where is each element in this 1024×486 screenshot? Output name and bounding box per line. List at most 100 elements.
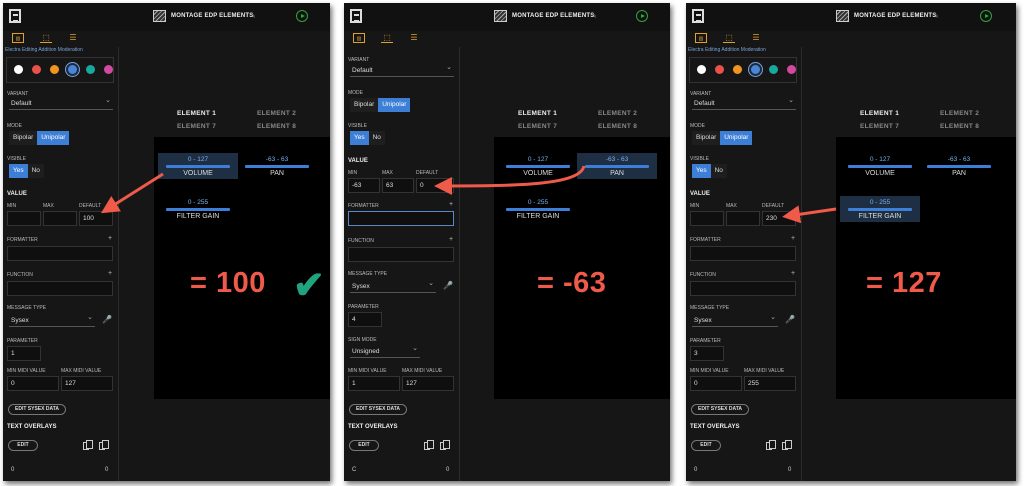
controls-tab-icon[interactable]: ▥ xyxy=(12,33,24,43)
control-volume[interactable]: 0 - 127 VOLUME xyxy=(840,153,920,179)
list-tab-icon[interactable]: ☰ xyxy=(750,33,762,43)
tab-element-8[interactable]: ELEMENT 8 xyxy=(598,123,637,130)
color-swatch[interactable] xyxy=(787,65,796,74)
paste-icon[interactable] xyxy=(440,440,450,450)
tab-element-7[interactable]: ELEMENT 7 xyxy=(860,123,899,130)
function-input[interactable] xyxy=(690,281,796,296)
edit-sysex-button[interactable]: EDIT SYSEX DATA xyxy=(8,404,66,415)
tab-element-8[interactable]: ELEMENT 8 xyxy=(940,123,979,130)
edit-title-icon[interactable]: ✎ xyxy=(933,12,939,20)
tab-element-1[interactable]: ELEMENT 1 xyxy=(518,110,557,117)
send-preset-button[interactable] xyxy=(636,10,648,22)
default-input[interactable]: 100 xyxy=(79,211,113,226)
sign-mode-select[interactable]: Unsigned xyxy=(350,343,420,358)
copy-icon[interactable] xyxy=(83,440,93,450)
control-volume[interactable]: 0 - 127 VOLUME xyxy=(498,153,578,179)
color-swatch[interactable] xyxy=(50,65,59,74)
edit-title-icon[interactable]: ✎ xyxy=(250,12,256,20)
add-formatter-button[interactable]: + xyxy=(791,235,795,242)
mode-bipolar-button[interactable]: Bipolar xyxy=(692,131,721,145)
default-input[interactable]: 0 xyxy=(416,178,454,193)
variant-select[interactable]: Default xyxy=(692,95,796,110)
message-type-select[interactable]: Sysex xyxy=(9,312,95,327)
add-function-button[interactable]: + xyxy=(449,236,453,243)
min-input[interactable]: -63 xyxy=(348,178,380,193)
mode-bipolar-button[interactable]: Bipolar xyxy=(9,131,38,145)
tab-element-7[interactable]: ELEMENT 7 xyxy=(518,123,557,130)
midi-learn-icon[interactable]: 🎤 xyxy=(785,315,795,324)
color-swatch[interactable] xyxy=(715,65,724,74)
control-filter-gain[interactable]: 0 - 255 FILTER GAIN xyxy=(840,196,920,222)
visible-no-button[interactable]: No xyxy=(368,131,385,145)
copy-icon[interactable] xyxy=(766,440,776,450)
control-pan[interactable]: -63 - 63 PAN xyxy=(577,153,657,179)
parameter-input[interactable]: 4 xyxy=(348,312,382,327)
paste-icon[interactable] xyxy=(782,440,792,450)
min-midi-input[interactable]: 0 xyxy=(7,376,59,391)
midi-learn-icon[interactable]: 🎤 xyxy=(443,281,453,290)
function-input[interactable] xyxy=(348,247,454,262)
select-tab-icon[interactable]: ⬚ xyxy=(40,33,52,43)
edit-overlays-button[interactable]: EDIT xyxy=(349,440,379,451)
color-swatch[interactable] xyxy=(733,65,742,74)
edit-overlays-button[interactable]: EDIT xyxy=(8,440,38,451)
tab-element-1[interactable]: ELEMENT 1 xyxy=(860,110,899,117)
edit-sysex-button[interactable]: EDIT SYSEX DATA xyxy=(349,404,407,415)
send-preset-button[interactable] xyxy=(296,10,308,22)
add-function-button[interactable]: + xyxy=(108,270,112,277)
max-midi-input[interactable]: 255 xyxy=(744,376,796,391)
edit-overlays-button[interactable]: EDIT xyxy=(691,440,721,451)
color-swatch[interactable] xyxy=(697,65,706,74)
control-volume[interactable]: 0 - 127 VOLUME xyxy=(158,153,238,179)
controls-tab-icon[interactable]: ▥ xyxy=(353,33,365,43)
tab-element-2[interactable]: ELEMENT 2 xyxy=(598,110,637,117)
edit-sysex-button[interactable]: EDIT SYSEX DATA xyxy=(691,404,749,415)
midi-learn-icon[interactable]: 🎤 xyxy=(102,315,112,324)
message-type-select[interactable]: Sysex xyxy=(350,278,436,293)
tab-element-8[interactable]: ELEMENT 8 xyxy=(257,123,296,130)
mode-unipolar-button[interactable]: Unipolar xyxy=(720,131,753,145)
min-input[interactable] xyxy=(690,211,724,226)
control-pan[interactable]: -63 - 63 PAN xyxy=(919,153,999,179)
min-input[interactable] xyxy=(7,211,41,226)
visible-no-button[interactable]: No xyxy=(710,164,727,178)
max-input[interactable] xyxy=(726,211,760,226)
tab-element-7[interactable]: ELEMENT 7 xyxy=(177,123,216,130)
mode-unipolar-button[interactable]: Unipolar xyxy=(37,131,70,145)
controls-tab-icon[interactable]: ▥ xyxy=(695,33,707,43)
formatter-input[interactable] xyxy=(7,246,113,261)
parameter-input[interactable]: 3 xyxy=(690,346,724,361)
send-preset-button[interactable] xyxy=(980,10,992,22)
max-input[interactable]: 63 xyxy=(382,178,414,193)
control-pan[interactable]: -63 - 63 PAN xyxy=(237,153,317,179)
variant-select[interactable]: Default xyxy=(350,62,454,77)
min-midi-input[interactable]: 0 xyxy=(690,376,742,391)
formatter-input[interactable] xyxy=(348,211,454,226)
tab-element-1[interactable]: ELEMENT 1 xyxy=(177,110,216,117)
variant-select[interactable]: Default xyxy=(9,95,113,110)
max-midi-input[interactable]: 127 xyxy=(402,376,454,391)
tab-element-2[interactable]: ELEMENT 2 xyxy=(940,110,979,117)
color-swatch[interactable] xyxy=(32,65,41,74)
select-tab-icon[interactable]: ⬚ xyxy=(381,33,393,43)
max-midi-input[interactable]: 127 xyxy=(61,376,113,391)
parameter-input[interactable]: 1 xyxy=(7,346,41,361)
default-input[interactable]: 230 xyxy=(762,211,796,226)
color-swatch-selected[interactable] xyxy=(751,65,760,74)
color-swatch[interactable] xyxy=(769,65,778,74)
color-swatch[interactable] xyxy=(14,65,23,74)
add-formatter-button[interactable]: + xyxy=(108,235,112,242)
visible-yes-button[interactable]: Yes xyxy=(692,164,711,178)
control-filter-gain[interactable]: 0 - 255 FILTER GAIN xyxy=(158,196,238,222)
max-input[interactable] xyxy=(43,211,77,226)
message-type-select[interactable]: Sysex xyxy=(692,312,778,327)
mode-unipolar-button[interactable]: Unipolar xyxy=(378,98,411,112)
function-input[interactable] xyxy=(7,281,113,296)
visible-yes-button[interactable]: Yes xyxy=(350,131,369,145)
control-filter-gain[interactable]: 0 - 255 FILTER GAIN xyxy=(498,196,578,222)
mode-bipolar-button[interactable]: Bipolar xyxy=(350,98,379,112)
visible-no-button[interactable]: No xyxy=(27,164,44,178)
list-tab-icon[interactable]: ☰ xyxy=(408,33,420,43)
formatter-input[interactable] xyxy=(690,246,796,261)
tab-element-2[interactable]: ELEMENT 2 xyxy=(257,110,296,117)
